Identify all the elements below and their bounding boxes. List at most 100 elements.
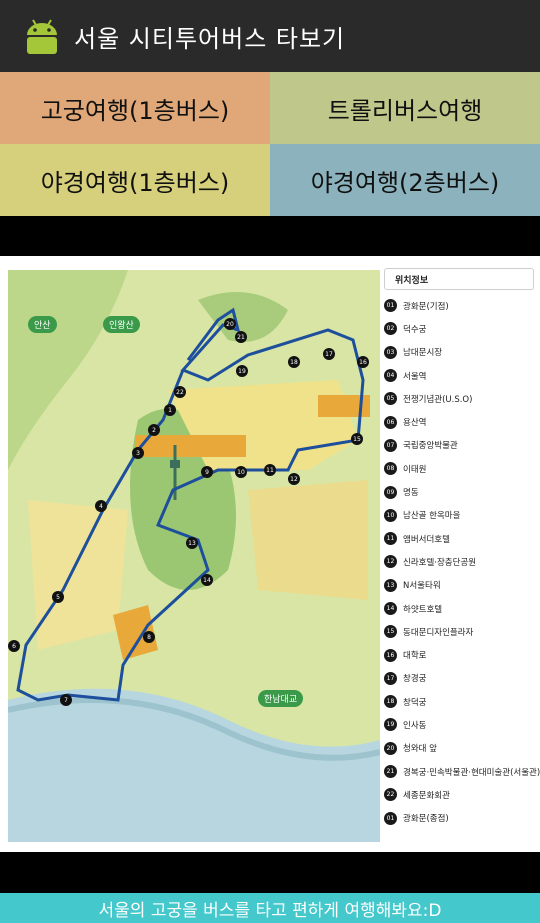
- legend-item-number: 01: [384, 299, 397, 313]
- android-robot-icon: [22, 16, 62, 56]
- app-title: 서울 시티투어버스 타보기: [74, 24, 346, 53]
- legend-item: 13 N서울타워: [384, 574, 534, 597]
- map-stop-label: 2: [152, 427, 156, 434]
- legend-item-number: 20: [384, 741, 397, 755]
- legend-item: 15 동대문디자인플라자: [384, 620, 534, 643]
- legend-item-number: 11: [384, 532, 397, 546]
- map-label-hannam-bridge: 한남대교: [258, 690, 304, 707]
- app-screen: 서울 시티투어버스 타보기 고궁여행(1층버스) 트롤리버스여행 야경여행(1층…: [0, 0, 540, 923]
- map-stop-label: 22: [176, 389, 184, 396]
- legend-item-number: 17: [384, 671, 397, 685]
- legend-item: 01 광화문(기점): [384, 294, 534, 317]
- map-label-inwangsan: 인왕산: [103, 316, 140, 333]
- legend-item: 01 광화문(종점): [384, 807, 534, 830]
- route-button-night-tour-single[interactable]: 야경여행(1층버스): [0, 144, 270, 216]
- legend-item-name: 광화문(기점): [403, 301, 449, 312]
- legend-item: 08 이태원: [384, 457, 534, 480]
- legend-item-number: 15: [384, 625, 397, 639]
- legend-item-number: 01: [384, 811, 397, 825]
- map-stop-label: 12: [290, 476, 298, 483]
- route-map-image: 1 2 3 4 5 6 7 8 9 10 11 12 13 14 15 16 1: [8, 270, 380, 842]
- legend-item: 03 남대문시장: [384, 341, 534, 364]
- legend-item-number: 13: [384, 578, 397, 592]
- legend-item-name: 청와대 앞: [403, 744, 437, 755]
- route-menu: 고궁여행(1층버스) 트롤리버스여행 야경여행(1층버스) 야경여행(2층버스): [0, 72, 540, 216]
- legend-item-name: N서울타워: [403, 581, 441, 592]
- legend-item: 06 용산역: [384, 410, 534, 433]
- map-stop-label: 18: [290, 359, 298, 366]
- map-stop-label: 9: [205, 469, 209, 476]
- legend-item-name: 용산역: [403, 418, 427, 429]
- legend-item-name: 남대문시장: [403, 348, 443, 359]
- legend-item-number: 04: [384, 369, 397, 383]
- legend-item: 21 경복궁·민속박물관·현대미술관(서울관): [384, 760, 540, 783]
- legend-item: 12 신라호텔·장충단공원: [384, 550, 534, 573]
- legend-item-number: 12: [384, 555, 397, 569]
- route-button-trolley-tour[interactable]: 트롤리버스여행: [270, 72, 540, 144]
- legend-item-name: 이태원: [403, 464, 427, 475]
- legend-item-name: 창덕궁: [403, 697, 427, 708]
- map-stop-label: 8: [147, 634, 151, 641]
- legend-item: 02 덕수궁: [384, 317, 534, 340]
- legend-item-name: 광화문(종점): [403, 814, 449, 825]
- map-stop-label: 20: [226, 321, 234, 328]
- legend-item: 14 하얏트호텔: [384, 597, 534, 620]
- legend-item-name: 남산골 한옥마을: [403, 511, 461, 522]
- legend-item-name: 대학로: [403, 651, 427, 662]
- legend-item: 04 서울역: [384, 364, 534, 387]
- map-stop-label: 14: [203, 577, 211, 584]
- legend-item-name: 인사동: [403, 720, 427, 731]
- map-stop-label: 5: [56, 594, 60, 601]
- map-stop-label: 16: [359, 359, 367, 366]
- map-stop-label: 15: [353, 436, 361, 443]
- legend-item-name: 국립중앙박물관: [403, 441, 458, 452]
- legend-item-number: 16: [384, 648, 397, 662]
- legend-item: 20 청와대 앞: [384, 737, 534, 760]
- map-stop-label: 7: [64, 697, 68, 704]
- map-stop-label: 4: [99, 503, 103, 510]
- legend-item: 05 전쟁기념관(U.S.O): [384, 387, 534, 410]
- legend-item: 16 대학로: [384, 643, 534, 666]
- map-stop-label: 11: [266, 467, 274, 474]
- legend-item-number: 05: [384, 392, 397, 406]
- legend-item-number: 02: [384, 322, 397, 336]
- map-label-ansan: 안산: [28, 316, 57, 333]
- map-stop-label: 3: [136, 450, 140, 457]
- legend-item-number: 03: [384, 345, 397, 359]
- location-legend: 위치정보 01 광화문(기점) 02 덕수궁 03 남대문시장 04 서울역 05 전쟁기념관(U…: [384, 268, 540, 830]
- action-bar: 서울 시티투어버스 타보기: [0, 0, 540, 72]
- legend-item-name: 전쟁기념관(U.S.O): [403, 394, 473, 405]
- legend-item: 11 앰버서더호텔: [384, 527, 534, 550]
- legend-item-number: 18: [384, 695, 397, 709]
- route-button-night-tour-double[interactable]: 야경여행(2층버스): [270, 144, 540, 216]
- map-stop-label: 19: [238, 368, 246, 375]
- legend-item-number: 10: [384, 508, 397, 522]
- legend-item-number: 09: [384, 485, 397, 499]
- legend-item-name: 앰버서더호텔: [403, 534, 450, 545]
- legend-item: 07 국립중앙박물관: [384, 434, 534, 457]
- legend-item: 17 창경궁: [384, 667, 534, 690]
- legend-item: 19 인사동: [384, 713, 534, 736]
- route-button-palace-tour[interactable]: 고궁여행(1층버스): [0, 72, 270, 144]
- legend-item-number: 07: [384, 438, 397, 452]
- legend-item-number: 21: [384, 765, 397, 779]
- legend-item-number: 14: [384, 602, 397, 615]
- legend-item-name: 동대문디자인플라자: [403, 627, 474, 638]
- map-stop-label: 13: [188, 540, 196, 547]
- legend-item-name: 신라호텔·장충단공원: [403, 557, 477, 568]
- legend-item: 09 명동: [384, 480, 534, 503]
- legend-item-number: 22: [384, 788, 397, 802]
- legend-item-number: 19: [384, 718, 397, 732]
- map-stop-label: 1: [168, 407, 172, 414]
- legend-item-name: 서울역: [403, 371, 427, 382]
- legend-list: 01 광화문(기점) 02 덕수궁 03 남대문시장 04 서울역 05 전쟁기념관(U.S.O)…: [384, 294, 540, 830]
- legend-item-name: 하얏트호텔: [403, 604, 443, 615]
- legend-header: 위치정보: [384, 268, 534, 290]
- legend-item-number: 06: [384, 415, 397, 429]
- legend-item-name: 창경궁: [403, 674, 427, 685]
- legend-item-name: 명동: [403, 488, 419, 499]
- legend-item-name: 세종문화회관: [403, 790, 450, 801]
- legend-item-number: 08: [384, 462, 397, 476]
- map-stop-label: 10: [237, 469, 245, 476]
- map-stop-label: 6: [12, 643, 16, 650]
